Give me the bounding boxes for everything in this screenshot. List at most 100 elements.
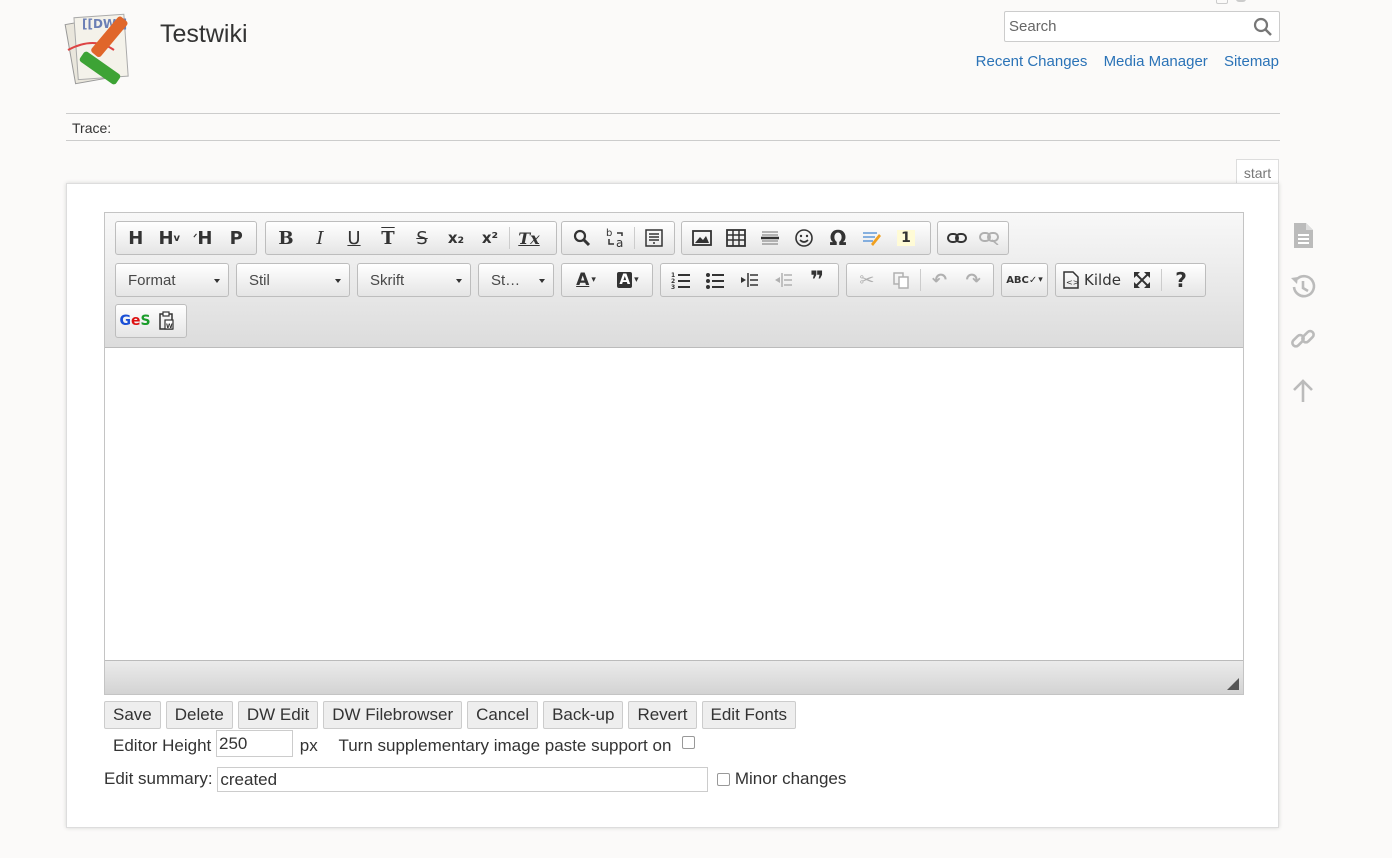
dokuwiki-logo[interactable]: [[DW]]	[64, 6, 150, 90]
code-block-button[interactable]	[855, 223, 889, 253]
remove-format-button[interactable]: Tx	[512, 223, 546, 253]
horizontal-rule-icon	[761, 231, 779, 245]
dw-edit-button[interactable]: DW Edit	[237, 701, 319, 729]
image-paste-label: Turn supplementary image paste support o…	[338, 736, 672, 755]
link-icon	[947, 233, 967, 243]
blockquote-button[interactable]: ❞	[800, 265, 834, 295]
omega-icon: Ω	[829, 226, 847, 250]
font-size-dropdown[interactable]: St…	[478, 263, 554, 297]
style-dropdown[interactable]: Stil	[236, 263, 350, 297]
cancel-button[interactable]: Cancel	[467, 701, 539, 729]
back-to-top-icon[interactable]	[1288, 376, 1318, 406]
backlinks-icon[interactable]	[1288, 324, 1318, 354]
unlink-icon	[979, 232, 999, 245]
maximize-button[interactable]	[1125, 265, 1159, 295]
svg-text:<>: <>	[1066, 278, 1079, 287]
page-tools	[1288, 220, 1320, 428]
redo-button[interactable]: ↷	[956, 265, 990, 295]
font-dropdown-label: Skrift	[370, 272, 405, 289]
background-color-button[interactable]: A ▾	[607, 265, 649, 295]
editor-content-area[interactable]	[105, 349, 1243, 662]
delete-button[interactable]: Delete	[165, 701, 233, 729]
image-button[interactable]	[685, 223, 719, 253]
horizontal-rule-button[interactable]	[753, 223, 787, 253]
style-dropdown-label: Stil	[249, 272, 270, 289]
indent-icon	[775, 273, 792, 287]
recent-changes-link[interactable]: Recent Changes	[976, 53, 1088, 70]
editor-height-input[interactable]	[216, 730, 294, 758]
separator	[1161, 269, 1162, 291]
numbered-list-button[interactable]: 123	[664, 265, 698, 295]
edit-fonts-button[interactable]: Edit Fonts	[701, 701, 797, 729]
insert-group: Ω 1	[681, 221, 931, 255]
increase-indent-button[interactable]	[766, 265, 800, 295]
help-button[interactable]: ?	[1164, 265, 1198, 295]
bold-button[interactable]: B	[269, 223, 303, 253]
ckeditor: H Hv ᐟH P B I U T S x₂ x² Tx b a Ω 1 For…	[104, 212, 1244, 695]
redo-icon: ↷	[965, 269, 981, 291]
paragraph-button[interactable]: P	[220, 223, 254, 253]
show-page-icon[interactable]	[1288, 220, 1318, 250]
spellcheck-button[interactable]: ABC✓ ▾	[1005, 265, 1044, 295]
select-all-button[interactable]	[637, 223, 671, 253]
replace-icon: ba	[606, 228, 623, 249]
source-button[interactable]: <> Kilde	[1059, 265, 1125, 295]
search-icon[interactable]	[1253, 17, 1273, 37]
media-manager-link[interactable]: Media Manager	[1104, 53, 1208, 70]
minor-changes-checkbox[interactable]	[717, 773, 731, 786]
lower-heading-label: H	[158, 227, 174, 249]
bulleted-list-button[interactable]	[698, 265, 732, 295]
minor-changes-label: Minor changes	[734, 768, 847, 788]
revert-button[interactable]: Revert	[628, 701, 697, 729]
login-icon[interactable]	[1216, 0, 1228, 4]
undo-button[interactable]: ↶	[923, 265, 957, 295]
ges-button[interactable]: GeS	[119, 306, 151, 336]
ges-icon: GeS	[119, 313, 151, 329]
footnote-button[interactable]: 1	[889, 223, 923, 253]
heading-button[interactable]: H	[119, 223, 153, 253]
subscript-button[interactable]: x₂	[439, 223, 473, 253]
image-paste-checkbox[interactable]	[682, 736, 696, 750]
format-dropdown-label: Format	[128, 272, 176, 289]
decrease-indent-button[interactable]	[732, 265, 766, 295]
underline-button[interactable]: U	[337, 223, 371, 253]
replace-button[interactable]: ba	[599, 223, 633, 253]
old-revisions-icon[interactable]	[1288, 272, 1318, 302]
text-color-button[interactable]: A ▾	[565, 265, 607, 295]
outdent-icon	[741, 273, 758, 287]
dw-filebrowser-button[interactable]: DW Filebrowser	[323, 701, 463, 729]
superscript-button[interactable]: x²	[473, 223, 507, 253]
format-dropdown[interactable]: Format	[115, 263, 229, 297]
site-title[interactable]: Testwiki	[160, 20, 248, 49]
search-box	[1004, 11, 1280, 42]
copy-button[interactable]	[884, 265, 918, 295]
clipboard-group: ✂ ↶ ↷	[846, 263, 994, 297]
summary-input[interactable]	[217, 767, 709, 792]
font-dropdown[interactable]: Skrift	[357, 263, 471, 297]
background-color-icon: A	[617, 272, 633, 288]
search-icon	[573, 229, 590, 247]
lower-heading-button[interactable]: Hv	[153, 223, 187, 253]
login-link-stub[interactable]	[1236, 0, 1246, 2]
strike-button[interactable]: S	[405, 223, 439, 253]
sitemap-link[interactable]: Sitemap	[1224, 53, 1279, 70]
italic-button[interactable]: I	[303, 223, 337, 253]
table-icon	[726, 229, 746, 247]
cut-button[interactable]: ✂	[850, 265, 884, 295]
search-input[interactable]	[1005, 12, 1245, 41]
table-button[interactable]	[719, 223, 753, 253]
save-button[interactable]: Save	[104, 701, 161, 729]
backup-button[interactable]: Back-up	[543, 701, 624, 729]
headings-group: H Hv ᐟH P	[115, 221, 257, 255]
find-button[interactable]	[565, 223, 599, 253]
find-group: ba	[561, 221, 675, 255]
paste-word-button[interactable]: W	[151, 306, 183, 336]
resize-handle-icon[interactable]	[1227, 678, 1239, 690]
link-group	[937, 221, 1009, 255]
higher-heading-button[interactable]: ᐟH	[186, 223, 220, 253]
unlink-button[interactable]	[973, 223, 1005, 253]
smiley-button[interactable]	[787, 223, 821, 253]
special-char-button[interactable]: Ω	[821, 223, 855, 253]
link-button[interactable]	[941, 223, 973, 253]
monospace-button[interactable]: T	[371, 223, 405, 253]
